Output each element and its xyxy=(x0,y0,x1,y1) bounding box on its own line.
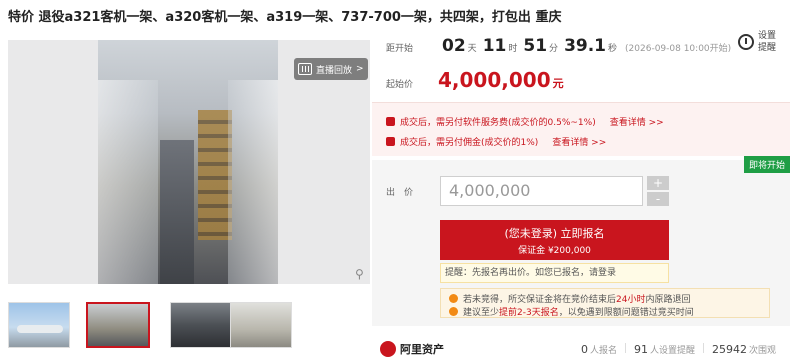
fee-notice: 成交后，需另付软件服务费(成交价的0.5%~1%) 查看详情 >> xyxy=(386,115,664,128)
aircraft-cabin-image xyxy=(98,40,278,284)
note-text: 建议至少 xyxy=(463,308,500,318)
set-reminder-label: 设置提醒 xyxy=(758,31,777,53)
start-price-unit: 元 xyxy=(552,77,564,90)
thumbnail-strip xyxy=(8,302,370,348)
bid-input[interactable]: 4,000,000 xyxy=(440,176,643,206)
thumbnail-3[interactable] xyxy=(170,302,232,348)
fee-notice: 成交后，需另付佣金(成交价的1%) 查看详情 >> xyxy=(386,135,606,148)
note-highlight: 24小时 xyxy=(616,295,646,305)
countdown-minutes: 51 xyxy=(523,36,548,56)
fee-text: 成交后，需另付软件服务费(成交价的0.5%~1%) xyxy=(400,118,596,128)
warning-icon xyxy=(449,294,458,303)
hours-unit: 时 xyxy=(508,44,518,54)
signup-title: (您未登录) 立即报名 xyxy=(504,227,605,240)
note-early-signup: 建议至少 提前2-3天报名 ，以免遇到限额问题错过竞买时间 xyxy=(449,305,694,318)
brand[interactable]: 阿里资产 xyxy=(380,341,444,357)
footer: 阿里资产 0 人报名 91 人设置提醒 25942 次围观 xyxy=(372,334,790,364)
chevron-right-icon: > xyxy=(356,64,364,74)
alarm-clock-icon xyxy=(738,34,754,50)
note-highlight: 提前2-3天报名 xyxy=(499,308,559,318)
bid-label: 出 价 xyxy=(386,188,414,198)
countdown: 距开始 02 天 11 时 51 分 39.1 秒 (2026-09-08 10… xyxy=(386,36,731,56)
seconds-unit: 秒 xyxy=(608,44,618,54)
warning-icon xyxy=(449,307,458,316)
days-unit: 天 xyxy=(467,44,477,54)
view-count-label: 次围观 xyxy=(748,345,776,356)
video-icon xyxy=(298,63,312,75)
decrease-button[interactable]: - xyxy=(647,192,669,206)
set-reminder-button[interactable]: 设置提醒 xyxy=(738,30,786,54)
money-bag-icon xyxy=(386,117,395,126)
live-replay-button[interactable]: 直播回放 > xyxy=(294,58,368,80)
note-text: 内原路退回 xyxy=(645,295,691,305)
fee-text: 成交后，需另付佣金(成交价的1%) xyxy=(400,138,539,148)
thumbnail-1[interactable] xyxy=(8,302,70,348)
note-text: ，以免遇到限额问题错过竞买时间 xyxy=(558,308,694,318)
bid-stepper: + - xyxy=(647,176,669,206)
brand-name: 阿里资产 xyxy=(400,343,444,356)
countdown-days: 02 xyxy=(442,36,466,56)
start-price-value: 4,000,000 xyxy=(438,68,551,92)
countdown-seconds: 39.1 xyxy=(564,36,607,56)
deposit-notes: 若未竞得，所交保证金将在竞价结束后 24小时 内原路退回 建议至少 提前2-3天报名，… xyxy=(440,288,770,318)
countdown-label: 距开始 xyxy=(386,44,414,54)
thumbnail-4[interactable] xyxy=(230,302,292,348)
fee-details-link[interactable]: 查看详情 >> xyxy=(552,135,606,148)
status-badge: 即将开始 xyxy=(744,156,790,173)
signup-count-label: 人报名 xyxy=(589,345,617,356)
stats: 0 人报名 91 人设置提醒 25942 次围观 xyxy=(580,342,784,356)
login-tip: 提醒：先报名再出价。如您已报名，请登录 xyxy=(440,263,669,283)
money-bag-icon xyxy=(386,137,395,146)
reminder-count: 91 xyxy=(633,342,648,356)
live-replay-label: 直播回放 xyxy=(316,65,353,76)
increase-button[interactable]: + xyxy=(647,176,669,190)
start-price-label: 起始价 xyxy=(386,80,414,90)
signup-button[interactable]: (您未登录) 立即报名 保证金 ¥200,000 xyxy=(440,220,669,260)
start-time: (2026-09-08 10:00开始) xyxy=(625,44,732,54)
fee-details-link[interactable]: 查看详情 >> xyxy=(610,115,664,128)
minutes-unit: 分 xyxy=(549,44,559,54)
thumbnail-2[interactable] xyxy=(86,302,150,348)
countdown-hours: 11 xyxy=(482,36,507,56)
ali-assets-logo xyxy=(380,341,396,357)
view-count: 25942 xyxy=(711,342,747,356)
fee-notices: 成交后，需另付软件服务费(成交价的0.5%~1%) 查看详情 >> 成交后，需另… xyxy=(372,102,790,156)
note-text: 若未竞得，所交保证金将在竞价结束后 xyxy=(463,295,617,305)
signup-count: 0 xyxy=(580,342,588,356)
reminder-count-label: 人设置提醒 xyxy=(649,345,695,356)
start-price: 起始价 4,000,000 元 xyxy=(386,68,564,92)
magnifier-icon[interactable]: ⚲ xyxy=(355,267,369,281)
page-title: 特价 退役a321客机一架、a320客机一架、a319一架、737-700一架，… xyxy=(8,10,562,25)
signup-deposit: 保证金 ¥200,000 xyxy=(518,246,591,256)
note-refund: 若未竞得，所交保证金将在竞价结束后 24小时 内原路退回 xyxy=(449,292,690,305)
